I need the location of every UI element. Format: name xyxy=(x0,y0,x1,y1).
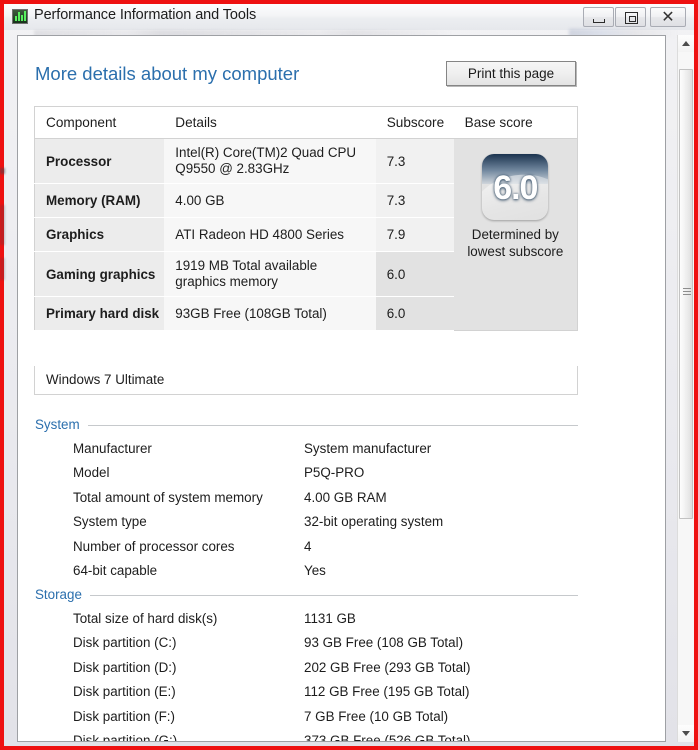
cell-component: Primary hard disk xyxy=(34,296,165,331)
column-header-subscore: Subscore xyxy=(375,106,454,139)
list-item: Model P5Q-PRO xyxy=(18,465,578,489)
scroll-up-button[interactable] xyxy=(678,35,694,52)
system-detail-list: Manufacturer System manufacturer Model P… xyxy=(18,441,578,587)
list-item: Disk partition (G:) 373 GB Free (526 GB … xyxy=(18,732,578,742)
cell-component: Processor xyxy=(34,138,165,184)
title-bar: Performance Information and Tools ✕ xyxy=(4,4,694,38)
close-button[interactable]: ✕ xyxy=(650,7,686,27)
list-item: Disk partition (F:) 7 GB Free (10 GB Tot… xyxy=(18,709,578,733)
cell-component: Memory (RAM) xyxy=(34,183,165,218)
scrollbar-track[interactable] xyxy=(678,52,694,725)
detail-key: Disk partition (D:) xyxy=(73,659,177,675)
section-title: Storage xyxy=(35,587,82,602)
performance-score-table: Component Details Subscore Base score Pr… xyxy=(34,106,578,331)
detail-value: 4 xyxy=(304,538,312,554)
detail-key: Disk partition (C:) xyxy=(73,635,177,651)
detail-value: P5Q-PRO xyxy=(304,465,365,481)
cell-subscore: 6.0 xyxy=(375,251,454,297)
cell-subscore: 7.9 xyxy=(375,217,454,252)
scrollbar-thumb[interactable] xyxy=(679,69,693,519)
window-title: Performance Information and Tools xyxy=(34,7,257,23)
cell-details: 93GB Free (108GB Total) xyxy=(164,296,376,331)
list-item: Disk partition (E:) 112 GB Free (195 GB … xyxy=(18,684,578,708)
detail-value: 112 GB Free (195 GB Total) xyxy=(304,684,470,700)
list-item: Disk partition (C:) 93 GB Free (108 GB T… xyxy=(18,635,578,659)
section-header-system: System xyxy=(35,417,578,435)
list-item: System type 32-bit operating system xyxy=(18,514,578,538)
application-window: Performance Information and Tools ✕ More… xyxy=(4,4,694,746)
cell-base-score: 6.0 Determined by lowest subscore xyxy=(453,138,578,331)
detail-value: Yes xyxy=(304,562,326,578)
section-title: System xyxy=(35,417,80,432)
detail-key: 64-bit capable xyxy=(73,562,158,578)
detail-value: 373 GB Free (526 GB Total) xyxy=(304,732,471,742)
vertical-scrollbar[interactable] xyxy=(677,35,694,742)
detail-value: 7 GB Free (10 GB Total) xyxy=(304,708,449,724)
capture-artifact xyxy=(0,168,5,174)
cell-details: Intel(R) Core(TM)2 Quad CPU Q9550 @ 2.83… xyxy=(164,138,376,184)
detail-key: Manufacturer xyxy=(73,441,152,456)
table-header-row: Component Details Subscore Base score xyxy=(34,106,578,139)
list-item: Disk partition (D:) 202 GB Free (293 GB … xyxy=(18,660,578,684)
section-divider xyxy=(87,417,578,426)
restore-icon xyxy=(625,12,638,24)
detail-key: Number of processor cores xyxy=(73,538,235,554)
section-divider xyxy=(89,587,578,596)
list-item: Total amount of system memory 4.00 GB RA… xyxy=(18,490,578,514)
scrollbar-grip-icon xyxy=(683,288,691,296)
capture-artifact xyxy=(0,205,5,245)
capture-artifact xyxy=(0,258,5,280)
section-header-storage: Storage xyxy=(35,587,578,605)
cell-subscore: 7.3 xyxy=(375,183,454,218)
base-score-value: 6.0 xyxy=(493,169,538,207)
scroll-down-button[interactable] xyxy=(678,725,694,742)
print-this-page-button[interactable]: Print this page xyxy=(446,61,576,86)
close-icon: ✕ xyxy=(661,7,675,26)
detail-value: 202 GB Free (293 GB Total) xyxy=(304,659,471,675)
cell-subscore: 7.3 xyxy=(375,138,454,184)
detail-value: 1131 GB xyxy=(304,611,356,626)
detail-key: Total amount of system memory xyxy=(73,489,263,505)
content-pane: More details about my computer Print thi… xyxy=(17,35,666,742)
list-item: Number of processor cores 4 xyxy=(18,539,578,563)
detail-key: Disk partition (E:) xyxy=(73,684,176,700)
cell-details: ATI Radeon HD 4800 Series xyxy=(164,217,376,252)
base-score-caption: Determined by lowest subscore xyxy=(467,227,564,259)
detail-key: System type xyxy=(73,514,147,530)
restore-button[interactable] xyxy=(615,7,646,27)
minimize-button[interactable] xyxy=(583,7,614,27)
column-header-component: Component xyxy=(34,106,165,139)
table-row: Processor Intel(R) Core(TM)2 Quad CPU Q9… xyxy=(34,138,578,331)
minimize-icon xyxy=(593,19,605,23)
cell-component: Gaming graphics xyxy=(34,251,165,297)
detail-key: Disk partition (F:) xyxy=(73,708,175,724)
detail-value: 32-bit operating system xyxy=(304,514,444,530)
page-title: More details about my computer xyxy=(35,63,300,84)
performance-graph-icon xyxy=(12,9,28,24)
cell-details: 1919 MB Total available graphics memory xyxy=(164,251,376,297)
column-header-details: Details xyxy=(164,106,376,139)
detail-value: 93 GB Free (108 GB Total) xyxy=(304,635,464,651)
detail-key: Total size of hard disk(s) xyxy=(73,611,218,626)
operating-system-row: Windows 7 Ultimate xyxy=(34,366,578,395)
detail-key: Disk partition (G:) xyxy=(73,732,178,742)
list-item: Total size of hard disk(s) 1131 GB xyxy=(18,611,578,635)
storage-detail-list: Total size of hard disk(s) 1131 GB Disk … xyxy=(18,611,578,742)
scroll-down-icon xyxy=(682,731,690,736)
column-header-base-score: Base score xyxy=(453,106,578,139)
list-item: 64-bit capable Yes xyxy=(18,563,578,587)
cell-details: 4.00 GB xyxy=(164,183,376,218)
detail-value: System manufacturer xyxy=(304,441,432,456)
base-score-badge: 6.0 xyxy=(482,154,549,220)
cell-component: Graphics xyxy=(34,217,165,252)
list-item: Manufacturer System manufacturer xyxy=(18,441,578,465)
detail-key: Model xyxy=(73,465,110,481)
scroll-up-icon xyxy=(682,41,690,46)
detail-value: 4.00 GB RAM xyxy=(304,489,387,505)
cell-subscore: 6.0 xyxy=(375,296,454,331)
